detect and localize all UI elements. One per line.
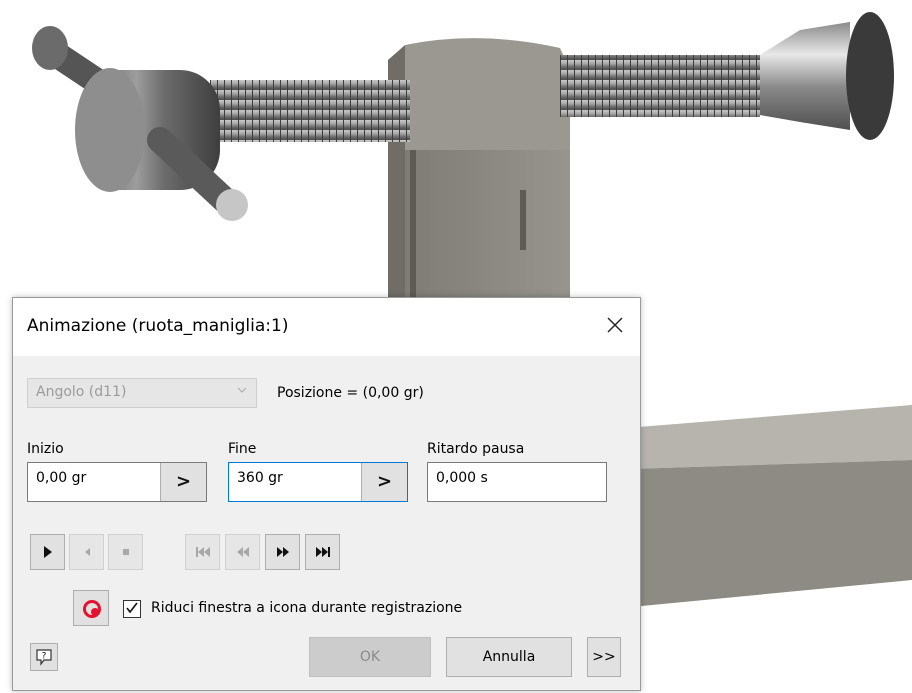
end-field[interactable]: 360 gr > [228,462,408,502]
play-reverse-icon [84,548,90,556]
position-readout: Posizione = (0,00 gr) [277,385,424,401]
help-icon: ? [36,649,52,666]
play-forward-icon [43,546,52,558]
help-button[interactable]: ? [30,643,58,671]
end-capture-button[interactable]: > [361,463,407,501]
minimize-during-recording-checkbox[interactable] [123,600,141,618]
go-to-start-icon [195,547,210,557]
dialog-title: Animazione (ruota_maniglia:1) [27,316,289,336]
base-plate [600,405,912,610]
start-field[interactable]: 0,00 gr > [27,462,207,502]
stop-button[interactable] [108,534,143,570]
animation-dialog: Animazione (ruota_maniglia:1) Angolo (d1… [12,297,641,691]
tip-cone [760,12,894,140]
parameter-select-value: Angolo (d11) [36,384,127,400]
start-value[interactable]: 0,00 gr [36,470,86,486]
chevron-down-icon [236,384,248,400]
start-label: Inizio [27,441,64,457]
svg-text:?: ? [42,652,47,662]
parameter-select[interactable]: Angolo (d11) [27,378,257,408]
close-icon[interactable] [600,310,630,340]
step-back-icon [236,547,249,557]
end-label: Fine [228,441,257,457]
minimize-during-recording-label: Riduci finestra a icona durante registra… [151,600,463,616]
pause-delay-field[interactable]: 0,000 s [427,462,607,502]
more-options-button[interactable]: >> [587,637,621,677]
play-reverse-button[interactable] [69,534,104,570]
start-capture-button[interactable]: > [160,463,206,501]
stop-icon [122,549,129,555]
play-forward-button[interactable] [30,534,65,570]
ok-button[interactable]: OK [309,637,431,677]
go-to-end-button[interactable] [305,534,340,570]
record-icon [83,600,101,618]
dialog-titlebar: Animazione (ruota_maniglia:1) [13,298,640,356]
checkmark-icon [126,602,138,614]
pause-delay-label: Ritardo pausa [427,441,525,457]
go-to-end-icon [315,547,330,557]
step-forward-icon [276,547,289,557]
handle-knob [32,26,248,221]
step-forward-button[interactable] [265,534,300,570]
cancel-button[interactable]: Annulla [446,637,572,677]
end-value[interactable]: 360 gr [237,470,283,486]
go-to-start-button[interactable] [185,534,220,570]
pause-delay-value[interactable]: 0,000 s [436,470,488,486]
record-button[interactable] [73,590,109,626]
step-back-button[interactable] [225,534,260,570]
clamp-body [388,38,570,310]
